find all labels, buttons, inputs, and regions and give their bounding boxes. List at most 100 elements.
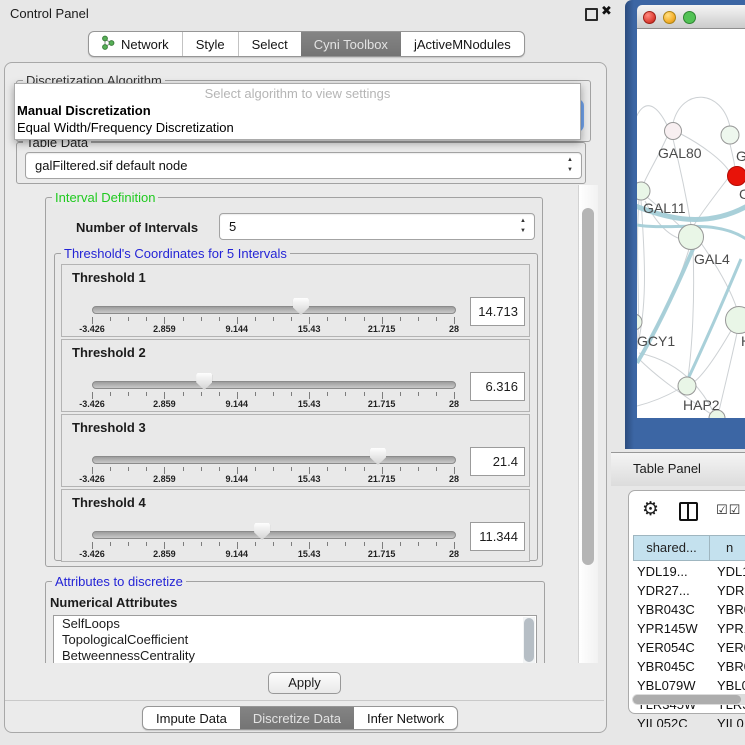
zoom-traffic-light[interactable] [683,11,696,24]
tick-mark [454,542,455,549]
tab-network[interactable]: Network [89,32,182,56]
threshold-4-slider[interactable]: -3.426 2.859 9.144 15.43 21.715 28 [92,490,454,561]
list-scrollbar[interactable] [523,617,535,663]
threshold-2-value-field[interactable]: 6.316 [470,372,525,401]
node-right[interactable] [726,307,745,334]
network-window-titlebar[interactable] [637,5,745,29]
algorithm-option-equal-width[interactable]: Equal Width/Frequency Discretization [15,119,580,136]
panel-scrollbar[interactable] [578,185,598,663]
tick-mark [418,317,419,321]
tick-mark [309,392,310,399]
network-tree-icon [102,35,115,53]
node-partial-top-right[interactable] [721,126,739,144]
slider-track[interactable] [92,456,456,464]
tab-jactivemnodules[interactable]: jActiveMNodules [401,32,524,56]
tab-network-label: Network [121,37,169,52]
tick-mark [345,542,346,546]
close-icon[interactable]: ✖ [601,3,612,19]
numerical-attributes-list[interactable]: SelfLoops TopologicalCoefficient Between… [53,615,537,663]
table-row[interactable]: YBR045CYBR0 [629,657,745,676]
scrollbar-thumb[interactable] [582,208,594,565]
table-panel-body: ⚙ ☑☑ shared... n YDL19...YDL1 YDR27...YD… [611,486,745,745]
node-red-selected[interactable] [728,167,745,186]
tick-mark [364,392,365,396]
tab-style[interactable]: Style [182,32,238,56]
table-row[interactable]: YDL19...YDL1 [629,562,745,581]
tick-mark [92,467,93,474]
number-of-intervals-label: Number of Intervals [76,220,198,235]
tick-mark [382,317,383,324]
minimize-traffic-light[interactable] [663,11,676,24]
scrollbar-thumb[interactable] [524,618,534,662]
tick-mark [201,317,202,321]
slider-track[interactable] [92,381,456,389]
tick-mark [364,542,365,546]
table-row[interactable]: YER054CYER0 [629,638,745,657]
tick-mark [436,392,437,396]
tick-mark [327,467,328,471]
column-header-name[interactable]: n [710,535,745,561]
algorithm-option-manual[interactable]: Manual Discretization [15,102,580,119]
threshold-3-value-field[interactable]: 21.4 [470,447,525,476]
algorithm-dropdown-popup: Select algorithm to view settings Manual… [14,83,581,140]
tick-mark [454,317,455,324]
split-columns-icon[interactable] [679,502,698,521]
table-row[interactable]: YBR043CYBR0 [629,600,745,619]
tick-mark [92,392,93,399]
apply-button[interactable]: Apply [268,672,341,694]
tick-mark [110,317,111,321]
tab-impute-data[interactable]: Impute Data [143,707,240,729]
column-checkboxes-icon[interactable]: ☑☑ [716,502,741,518]
scrollbar-thumb[interactable] [633,695,741,704]
float-window-icon[interactable] [585,8,598,21]
table-row[interactable]: YBL079WYBL0 [629,676,745,695]
tab-cyni-toolbox[interactable]: Cyni Toolbox [301,32,401,56]
node-gal4[interactable] [679,225,704,250]
algorithm-popup-hint: Select algorithm to view settings [15,84,580,102]
settings-scroll-area[interactable]: Interval Definition Number of Intervals … [16,185,578,663]
tick-mark [364,467,365,471]
tick-mark [237,467,238,474]
network-canvas[interactable]: GAL80 G C GAL11 GAL4 GCY1 H HAP2 [637,29,745,418]
threshold-2-slider[interactable]: -3.426 2.859 9.144 15.43 21.715 28 [92,340,454,411]
threshold-1-value-field[interactable]: 14.713 [470,297,525,326]
tab-infer-network[interactable]: Infer Network [354,707,457,729]
tab-select[interactable]: Select [238,32,301,56]
threshold-3-slider[interactable]: -3.426 2.859 9.144 15.43 21.715 28 [92,415,454,486]
number-of-intervals-combo[interactable]: 5 ▲▼ [219,213,535,240]
node-label: G [736,148,745,164]
tick-mark [345,317,346,321]
tab-discretize-data[interactable]: Discretize Data [240,707,354,729]
node-gal11[interactable] [637,182,650,200]
tick-mark [436,317,437,321]
slider-track[interactable] [92,306,456,314]
tick-mark [418,392,419,396]
threshold-1-slider[interactable]: -3.426 2.859 9.144 15.43 21.715 28 [92,265,454,336]
gear-icon[interactable]: ⚙ [642,498,659,521]
node-gal80[interactable] [665,123,682,140]
node-table-card: ⚙ ☑☑ shared... n YDL19...YDL1 YDR27...YD… [628,490,745,714]
node-hap2[interactable] [678,377,696,395]
list-item[interactable]: BetweennessCentrality [54,648,536,663]
tick-mark [146,542,147,546]
tick-mark [110,542,111,546]
cyni-toolbox-panel: Discretization Algorithm ▲▼ Select algor… [4,62,607,733]
node-label: C [739,186,745,202]
threshold-4-value-field[interactable]: 11.344 [470,522,525,551]
table-row[interactable]: YPR145WYPR1 [629,619,745,638]
number-of-intervals-value: 5 [229,219,236,234]
slider-track[interactable] [92,531,456,539]
column-header-shared[interactable]: shared... [633,535,710,561]
table-row[interactable]: YDR27...YDR2 [629,581,745,600]
tick-mark [128,317,129,321]
tick-mark [164,542,165,549]
slider-scale: -3.426 2.859 9.144 15.43 21.715 28 [92,399,454,410]
list-item[interactable]: SelfLoops [54,616,536,632]
table-horizontal-scrollbar[interactable] [632,694,745,705]
close-traffic-light[interactable] [643,11,656,24]
tick-mark [273,392,274,396]
slider-scale: -3.426 2.859 9.144 15.43 21.715 28 [92,324,454,335]
table-data-combo[interactable]: galFiltered.sif default node ▲▼ [25,152,582,179]
table-row[interactable]: YIL052CYIL0 [629,714,745,727]
list-item[interactable]: TopologicalCoefficient [54,632,536,648]
